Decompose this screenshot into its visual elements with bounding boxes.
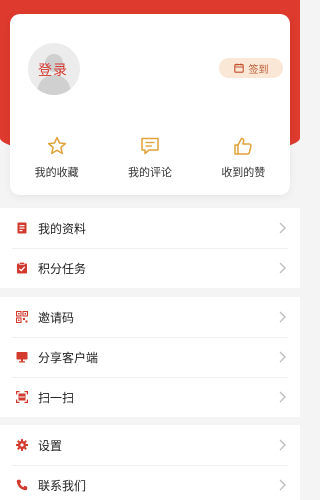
menu-item-label: 积分任务 xyxy=(38,261,87,276)
menu-item-label: 扫一扫 xyxy=(38,390,75,405)
menu-item-label: 联系我们 xyxy=(38,478,87,493)
scan-icon xyxy=(16,391,28,403)
profile-document-icon xyxy=(16,222,28,234)
menu-item-invite-code[interactable]: 邀请码 xyxy=(0,297,300,337)
checkin-label: 签到 xyxy=(248,64,269,76)
menu-group-account: 我的资料 积分任务 xyxy=(0,208,300,288)
menu-item-my-profile[interactable]: 我的资料 xyxy=(0,208,300,248)
received-likes-label: 收到的赞 xyxy=(221,166,266,179)
thumbs-up-icon xyxy=(233,130,253,156)
menu-item-settings[interactable]: 设置 xyxy=(0,425,300,465)
profile-card: 登录 签到 我的收藏 我的评论 收到的赞 xyxy=(10,14,290,195)
gear-icon xyxy=(16,439,28,451)
chevron-right-icon xyxy=(279,222,286,234)
menu-item-label: 邀请码 xyxy=(38,310,75,325)
received-likes-button[interactable]: 收到的赞 xyxy=(197,130,290,190)
my-favorites-label: 我的收藏 xyxy=(34,166,79,179)
chevron-right-icon xyxy=(279,391,286,403)
chevron-right-icon xyxy=(279,262,286,274)
menu-item-points-tasks[interactable]: 积分任务 xyxy=(0,248,300,288)
menu-item-label: 我的资料 xyxy=(38,221,87,236)
my-favorites-button[interactable]: 我的收藏 xyxy=(10,130,103,190)
quick-actions: 我的收藏 我的评论 收到的赞 xyxy=(10,130,290,190)
comment-icon xyxy=(140,130,160,156)
monitor-icon xyxy=(16,351,28,363)
menu-item-label: 分享客户端 xyxy=(38,350,99,365)
star-icon xyxy=(47,130,67,156)
calendar-icon xyxy=(233,63,244,73)
chevron-right-icon xyxy=(279,439,286,451)
menu-group-share: 邀请码 分享客户端 扫一扫 xyxy=(0,297,300,417)
login-link[interactable]: 登录 xyxy=(38,60,68,80)
clipboard-check-icon xyxy=(16,262,28,274)
checkin-button[interactable]: 签到 xyxy=(219,58,283,78)
chevron-right-icon xyxy=(279,311,286,323)
qr-code-icon xyxy=(16,311,28,323)
my-comments-label: 我的评论 xyxy=(127,166,172,179)
menu-item-scan[interactable]: 扫一扫 xyxy=(0,377,300,417)
menu-item-contact-us[interactable]: 联系我们 xyxy=(0,465,300,500)
menu-group-system: 设置 联系我们 xyxy=(0,425,300,500)
chevron-right-icon xyxy=(279,479,286,491)
menu-item-label: 设置 xyxy=(38,438,63,453)
menu-item-share-client[interactable]: 分享客户端 xyxy=(0,337,300,377)
my-comments-button[interactable]: 我的评论 xyxy=(103,130,196,190)
phone-icon xyxy=(16,479,28,491)
chevron-right-icon xyxy=(279,351,286,363)
